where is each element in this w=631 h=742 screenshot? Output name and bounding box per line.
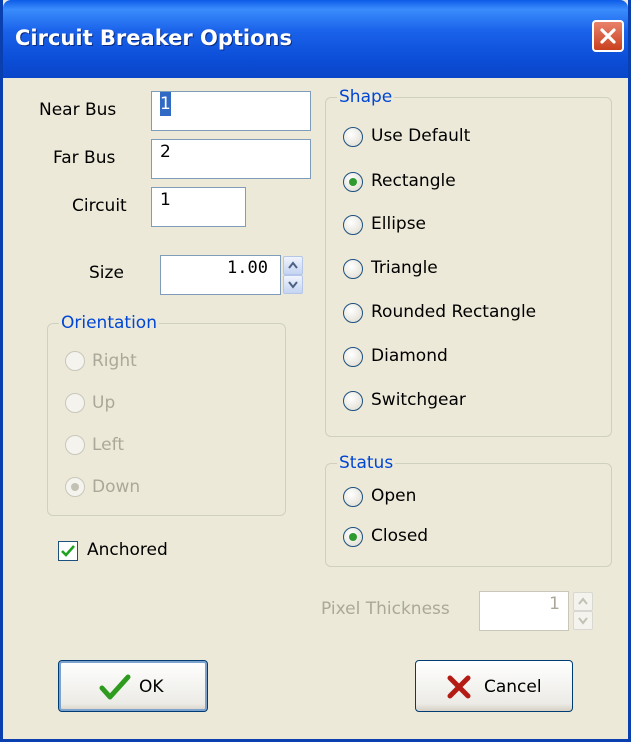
status-open-radio[interactable] [343,487,363,507]
orientation-title: Orientation [59,313,159,333]
shape-use-default-label: Use Default [371,126,471,146]
size-spin-up[interactable] [283,256,303,275]
anchored-checkbox[interactable] [58,541,78,561]
shape-switchgear-label: Switchgear [371,390,466,410]
orientation-right-label: Right [92,351,137,371]
shape-ellipse-radio[interactable] [343,215,363,235]
orientation-right-radio[interactable] [65,351,85,371]
shape-diamond-label: Diamond [371,346,448,366]
close-icon [600,28,616,44]
checkmark-icon [61,545,75,557]
orientation-up-label: Up [92,393,116,413]
far-bus-input[interactable]: 2 [151,139,311,179]
circuit-value: 1 [160,190,171,210]
pixel-thickness-spin-down[interactable] [573,611,593,630]
status-open-label: Open [371,486,417,506]
ok-label: OK [139,677,164,697]
shape-title: Shape [337,87,395,107]
size-input[interactable]: 1.00 [160,255,281,295]
pixel-thickness-label: Pixel Thickness [321,599,450,619]
size-label: Size [89,263,124,283]
circuit-input[interactable]: 1 [151,187,246,227]
cancel-button[interactable]: Cancel [415,660,573,712]
near-bus-value: 1 [160,92,171,116]
orientation-down-label: Down [92,477,141,497]
shape-rectangle-radio[interactable] [343,172,363,192]
size-value: 1.00 [227,258,268,278]
dialog-title: Circuit Breaker Options [15,26,292,50]
near-bus-input[interactable]: 1 [151,91,311,131]
shape-rectangle-label: Rectangle [371,171,456,191]
chevron-down-icon [288,281,298,289]
shape-triangle-label: Triangle [371,258,438,278]
anchored-label: Anchored [87,540,168,560]
pixel-thickness-value: 1 [549,594,560,614]
size-spin-down[interactable] [283,275,303,294]
ok-button[interactable]: OK [58,660,208,712]
chevron-down-icon [578,617,588,625]
cancel-label: Cancel [484,677,542,697]
shape-diamond-radio[interactable] [343,347,363,367]
far-bus-value: 2 [160,142,171,162]
x-icon [447,675,471,699]
chevron-up-icon [288,261,298,269]
orientation-left-label: Left [92,435,124,455]
status-closed-label: Closed [371,526,429,546]
close-button[interactable] [592,20,624,52]
shape-rounded-rectangle-label: Rounded Rectangle [371,302,537,322]
near-bus-label: Near Bus [39,100,117,120]
status-group [325,463,612,567]
shape-triangle-radio[interactable] [343,259,363,279]
far-bus-label: Far Bus [53,148,116,168]
orientation-down-radio[interactable] [65,477,85,497]
title-bar[interactable]: Circuit Breaker Options [3,0,628,78]
shape-use-default-radio[interactable] [343,127,363,147]
dialog-window: Circuit Breaker Options Near Bus 1 Far B… [0,0,631,742]
status-title: Status [337,453,396,473]
chevron-up-icon [578,597,588,605]
pixel-thickness-spin-up[interactable] [573,592,593,611]
circuit-label: Circuit [72,196,127,216]
shape-group [325,97,612,437]
checkmark-icon [99,674,131,700]
orientation-left-radio[interactable] [65,435,85,455]
orientation-up-radio[interactable] [65,393,85,413]
size-spinner[interactable] [283,256,303,294]
status-closed-radio[interactable] [343,527,363,547]
shape-ellipse-label: Ellipse [371,214,427,234]
pixel-thickness-spinner[interactable] [573,592,593,630]
shape-switchgear-radio[interactable] [343,391,363,411]
pixel-thickness-input[interactable]: 1 [479,591,569,631]
shape-rounded-rectangle-radio[interactable] [343,303,363,323]
